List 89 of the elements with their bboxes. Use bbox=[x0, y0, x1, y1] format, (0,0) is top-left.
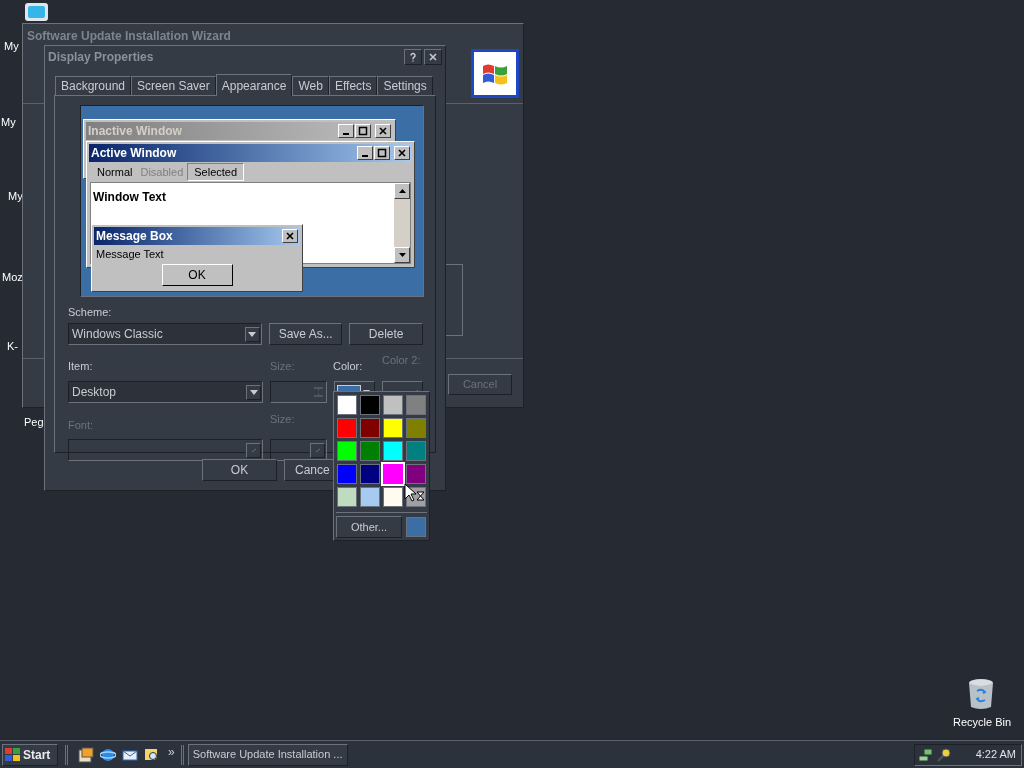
help-icon bbox=[408, 52, 418, 62]
color-swatch[interactable] bbox=[360, 418, 380, 438]
globe-icon[interactable] bbox=[100, 746, 116, 763]
spin-arrows-icon bbox=[312, 384, 325, 400]
tab[interactable]: Effects bbox=[328, 76, 378, 95]
ok-button[interactable]: OK bbox=[161, 263, 233, 286]
menu-item[interactable]: Normal bbox=[93, 163, 137, 181]
desktop-icon[interactable] bbox=[78, 746, 94, 763]
desktop-icon-label[interactable]: K- bbox=[7, 338, 18, 355]
color-swatch[interactable] bbox=[383, 418, 403, 438]
window-title: Message Box bbox=[96, 228, 173, 245]
other-button[interactable]: Other... bbox=[336, 516, 402, 538]
window-title: Active Window bbox=[91, 145, 177, 162]
field-label: Scheme: bbox=[68, 305, 112, 319]
color-swatch[interactable] bbox=[337, 487, 357, 507]
down-arrow-icon bbox=[398, 253, 406, 257]
color-swatch[interactable] bbox=[406, 464, 426, 484]
maximize-icon bbox=[358, 126, 368, 136]
save-as-button[interactable]: Save As... bbox=[268, 323, 343, 345]
message-text: Message Text bbox=[95, 247, 165, 262]
maximize-button[interactable] bbox=[374, 146, 390, 160]
network-icon[interactable] bbox=[918, 746, 934, 763]
window-title: Display Properties bbox=[48, 49, 154, 66]
tab[interactable]: Appearance bbox=[215, 74, 293, 96]
scheme-dropdown[interactable]: Windows Classic bbox=[68, 323, 262, 345]
minimize-button[interactable] bbox=[357, 146, 373, 160]
color-swatch[interactable] bbox=[383, 395, 403, 415]
minimize-button[interactable] bbox=[338, 124, 354, 138]
color-swatch[interactable] bbox=[406, 441, 426, 461]
color-swatch[interactable] bbox=[383, 487, 403, 507]
tab[interactable]: Web bbox=[292, 76, 329, 95]
up-arrow-icon bbox=[398, 189, 406, 193]
desktop-icon-label[interactable]: My bbox=[1, 114, 16, 131]
close-button[interactable] bbox=[424, 49, 442, 65]
minimize-icon bbox=[343, 133, 349, 135]
color-swatch[interactable] bbox=[360, 395, 380, 415]
key-icon[interactable] bbox=[936, 746, 952, 763]
desktop-icon-label[interactable]: Peg bbox=[24, 414, 44, 431]
close-icon bbox=[285, 231, 295, 241]
color-swatch[interactable] bbox=[337, 441, 357, 461]
color-swatch[interactable] bbox=[337, 464, 357, 484]
item-dropdown[interactable]: Desktop bbox=[68, 381, 263, 403]
tab[interactable]: Settings bbox=[377, 76, 433, 95]
minimize-icon bbox=[362, 155, 368, 157]
monitor-icon[interactable] bbox=[24, 2, 49, 22]
dropdown-button[interactable] bbox=[246, 384, 261, 400]
desktop-icon-label[interactable]: Recycle Bin bbox=[953, 714, 1012, 731]
field-label: Item: bbox=[68, 360, 93, 372]
help-button[interactable] bbox=[404, 49, 422, 65]
close-icon bbox=[397, 148, 407, 158]
color-swatch[interactable] bbox=[337, 418, 357, 438]
window-text: Window Text bbox=[93, 190, 166, 204]
caret-icon bbox=[249, 447, 258, 453]
caret-icon bbox=[248, 331, 257, 337]
color-swatch[interactable] bbox=[406, 395, 426, 415]
size-spinner[interactable] bbox=[270, 381, 327, 403]
start-button[interactable]: Start bbox=[2, 743, 58, 766]
maximize-icon bbox=[377, 148, 387, 158]
overflow-chevron[interactable]: » bbox=[168, 742, 175, 761]
desktop-icon-label[interactable]: My bbox=[4, 38, 19, 55]
clock[interactable]: 4:22 AM bbox=[975, 746, 1018, 763]
field-label: Color: bbox=[333, 360, 363, 372]
search-icon[interactable] bbox=[144, 746, 160, 763]
color-swatch[interactable] bbox=[383, 441, 403, 461]
ok-button[interactable]: OK bbox=[202, 459, 277, 481]
maximize-button[interactable] bbox=[355, 124, 371, 138]
close-icon bbox=[428, 52, 438, 62]
close-icon bbox=[378, 126, 388, 136]
color-swatch[interactable] bbox=[383, 464, 403, 484]
color-swatch[interactable] bbox=[406, 418, 426, 438]
color-swatch[interactable] bbox=[360, 441, 380, 461]
tab[interactable]: Screen Saver bbox=[131, 76, 216, 95]
delete-button[interactable]: Delete bbox=[349, 323, 423, 345]
caret-icon bbox=[249, 389, 258, 395]
tab[interactable]: Background bbox=[55, 76, 132, 95]
color-swatch[interactable] bbox=[360, 464, 380, 484]
menu-item[interactable]: Selected bbox=[187, 162, 245, 182]
window-title: Software Update Installation Wizard bbox=[27, 28, 231, 45]
scrollbar[interactable] bbox=[394, 183, 410, 263]
color-swatch[interactable] bbox=[360, 487, 380, 507]
dropdown-button[interactable] bbox=[244, 326, 260, 342]
color-swatch[interactable] bbox=[337, 395, 357, 415]
desktop-icon-label[interactable]: Moz bbox=[2, 269, 23, 286]
recycle-bin-icon[interactable] bbox=[966, 678, 996, 710]
window-title: Inactive Window bbox=[88, 123, 182, 140]
caret-icon bbox=[313, 447, 322, 453]
desktop-icon-label[interactable]: My bbox=[8, 188, 23, 205]
flag-logo-icon bbox=[5, 747, 21, 762]
taskbar-button[interactable]: Software Update Installation ... bbox=[187, 743, 348, 766]
